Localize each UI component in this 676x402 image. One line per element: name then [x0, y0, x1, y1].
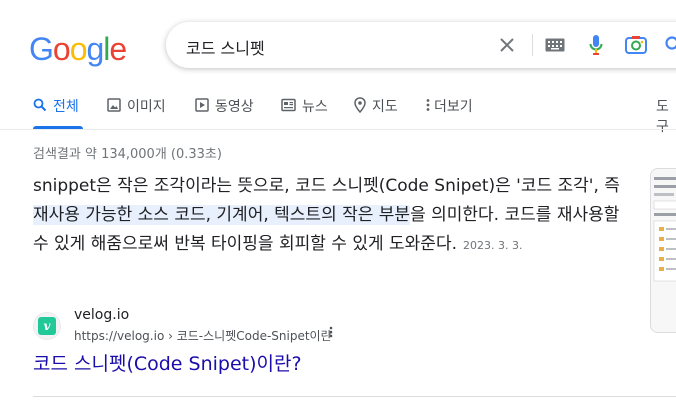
tab-label: 전체 [53, 99, 79, 115]
microphone-icon[interactable] [585, 34, 607, 56]
search-icon [33, 96, 47, 116]
tab-news[interactable]: 뉴스 [281, 96, 328, 126]
tab-label: 지도 [372, 99, 398, 115]
tab-videos[interactable]: 동영상 [195, 96, 254, 126]
search-box[interactable]: 코드 스니펫 [166, 22, 676, 68]
site-favicon[interactable]: v [33, 312, 61, 340]
search-icon[interactable] [663, 34, 676, 56]
tab-label: 더보기 [434, 99, 473, 115]
snippet-thumbnail[interactable] [650, 168, 676, 333]
result-site-name[interactable]: velog.io [74, 307, 129, 323]
logo-letter: o [52, 31, 71, 67]
image-icon [107, 96, 121, 116]
search-input[interactable]: 코드 스니펫 [186, 35, 265, 59]
tab-more[interactable]: 더보기 [426, 96, 473, 126]
snippet-highlight: 재사용 가능한 소스 코드, 기계어, 텍스트의 작은 부분 [33, 205, 411, 225]
search-tabs: 전체 이미지 동영상 뉴스 지도 더보기 [0, 86, 676, 129]
result-url[interactable]: https://velog.io › 코드-스니펫Code-Snipet이란 [74, 327, 332, 344]
more-vert-icon [426, 96, 430, 116]
featured-snippet: snippet은 작은 조각이라는 뜻으로, 코드 스니펫(Code Snipe… [33, 172, 633, 260]
snippet-text: snippet은 작은 조각이라는 뜻으로, 코드 스니펫(Code Snipe… [33, 176, 620, 196]
logo-letter: g [86, 31, 104, 67]
news-icon [281, 96, 296, 116]
result-title-link[interactable]: 코드 스니펫(Code Snipet)이란? [33, 349, 302, 376]
google-logo[interactable]: G o o g l e [29, 27, 127, 67]
tools-button[interactable]: 도구 [656, 96, 676, 136]
favicon-letter: v [38, 317, 56, 335]
result-stats: 검색결과 약 134,000개 (0.33초) [33, 147, 222, 162]
map-pin-icon [354, 96, 366, 117]
tab-all[interactable]: 전체 [33, 96, 79, 126]
tab-label: 이미지 [127, 99, 166, 115]
tab-label: 뉴스 [302, 99, 328, 115]
snippet-date: 2023. 3. 3. [463, 239, 523, 252]
tab-label: 동영상 [215, 99, 254, 115]
camera-lens-icon[interactable] [625, 34, 647, 56]
clear-icon[interactable] [496, 34, 518, 56]
result-menu-icon[interactable] [329, 326, 333, 342]
keyboard-icon[interactable] [544, 34, 566, 56]
video-icon [195, 96, 209, 116]
logo-letter: o [69, 31, 88, 67]
result-divider [33, 396, 676, 397]
logo-letter: G [29, 31, 54, 67]
tab-images[interactable]: 이미지 [107, 96, 166, 126]
search-divider [532, 34, 533, 56]
tab-maps[interactable]: 지도 [354, 96, 398, 126]
tabs-divider [0, 129, 676, 130]
logo-letter: e [109, 31, 127, 67]
